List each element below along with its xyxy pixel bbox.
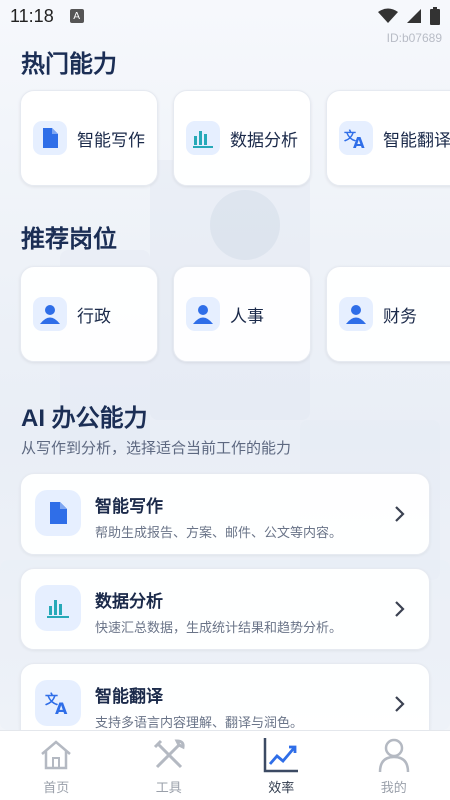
document-icon [33, 121, 67, 155]
wifi-icon [378, 8, 398, 23]
chevron-right-icon [395, 696, 405, 712]
status-time: 11:18 [10, 5, 54, 26]
profile-icon [374, 735, 414, 775]
feature-card-title: 智能翻译 [95, 687, 163, 707]
person-icon [186, 297, 220, 331]
feature-card-writing[interactable]: 智能写作 帮助生成报告、方案、邮件、公文等内容。 [20, 473, 430, 555]
bottom-tab-bar: 首页 工具 效率 我的 [0, 730, 450, 800]
device-id-label: ID:b07689 [386, 31, 442, 45]
job-item-label: 人事 [230, 306, 264, 327]
feature-card-desc: 支持多语言内容理解、翻译与润色。 [95, 716, 304, 731]
feature-card-data-analysis[interactable]: 数据分析 快速汇总数据，生成统计结果和趋势分析。 [20, 568, 430, 650]
tab-label: 效率 [268, 781, 295, 796]
jobs-section-title: 推荐岗位 [21, 226, 117, 253]
ai-section-title: AI 办公能力 [21, 405, 148, 432]
battery-icon [430, 7, 440, 25]
status-bar: 11:18 A [0, 0, 450, 32]
tools-icon [149, 735, 189, 775]
translate-icon: 文A [339, 121, 373, 155]
feature-card-title: 智能写作 [95, 497, 163, 517]
feature-card-desc: 快速汇总数据，生成统计结果和趋势分析。 [95, 621, 343, 636]
person-icon [339, 297, 373, 331]
trend-chart-icon [261, 735, 301, 775]
tab-home[interactable]: 首页 [0, 731, 113, 800]
hot-item-data-analysis[interactable]: 数据分析 [173, 90, 311, 186]
tab-label: 我的 [380, 781, 407, 796]
home-icon [36, 735, 76, 775]
feature-card-desc: 帮助生成报告、方案、邮件、公文等内容。 [95, 526, 343, 541]
hot-item-writing[interactable]: 智能写作 [20, 90, 158, 186]
document-icon [35, 490, 81, 536]
tab-efficiency[interactable]: 效率 [225, 731, 338, 800]
hot-item-label: 智能写作 [77, 130, 145, 151]
job-item-label: 财务 [383, 306, 417, 327]
signal-icon [407, 9, 421, 23]
chevron-right-icon [395, 601, 405, 617]
tab-profile[interactable]: 我的 [338, 731, 450, 800]
translate-icon: 文A [35, 680, 81, 726]
hot-item-label: 智能翻译 [383, 130, 450, 151]
hot-section-title: 热门能力 [21, 51, 117, 78]
person-icon [33, 297, 67, 331]
job-item-admin[interactable]: 行政 [20, 266, 158, 362]
bar-chart-icon [35, 585, 81, 631]
ai-section-subtitle: 从写作到分析，选择适合当前工作的能力 [21, 439, 292, 457]
chevron-right-icon [395, 506, 405, 522]
hot-item-label: 数据分析 [230, 130, 298, 151]
bar-chart-icon [186, 121, 220, 155]
feature-card-title: 数据分析 [95, 592, 163, 612]
notification-badge: A [69, 9, 84, 23]
job-item-finance[interactable]: 财务 [326, 266, 450, 362]
svg-text:A: A [55, 699, 68, 715]
svg-text:A: A [353, 134, 365, 149]
job-item-label: 行政 [77, 306, 111, 327]
tab-tools[interactable]: 工具 [113, 731, 226, 800]
hot-item-translate[interactable]: 文A 智能翻译 [326, 90, 450, 186]
tab-label: 工具 [155, 781, 182, 796]
tab-label: 首页 [43, 781, 70, 796]
job-item-hr[interactable]: 人事 [173, 266, 311, 362]
